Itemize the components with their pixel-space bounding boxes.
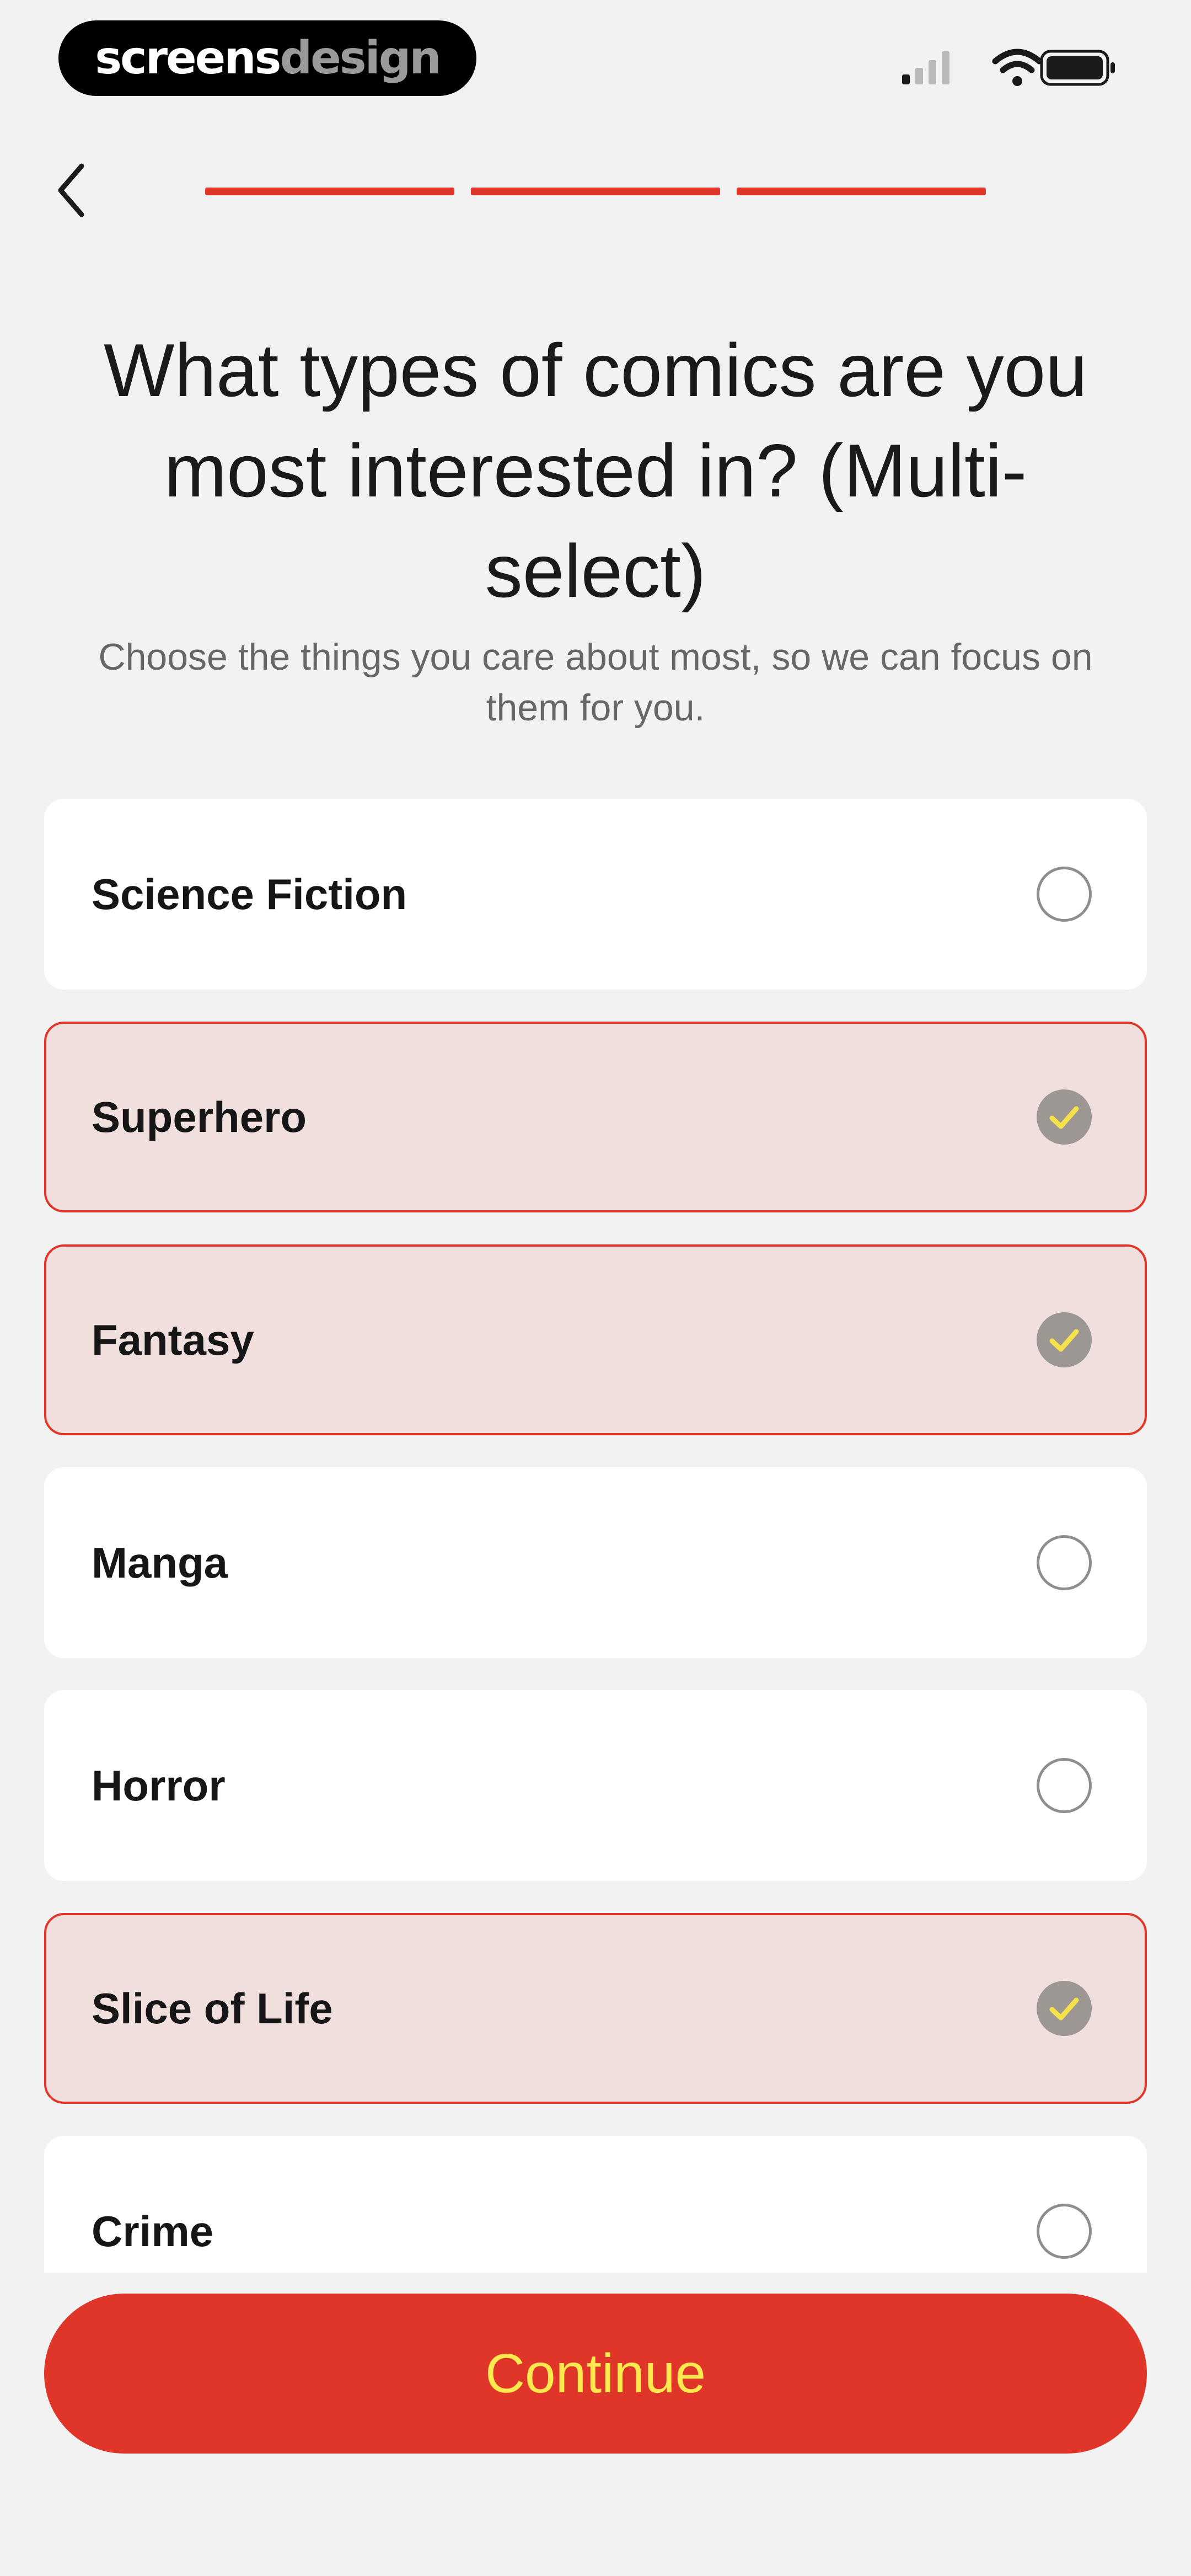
wifi-icon bbox=[992, 49, 1043, 86]
checkbox-icon bbox=[1037, 1758, 1092, 1813]
page-title-line: What types of comics are you bbox=[104, 328, 1087, 412]
checkmark-icon bbox=[1037, 1312, 1092, 1367]
page-subtitle-line: them for you. bbox=[486, 687, 705, 729]
progress-segment bbox=[737, 188, 986, 195]
page-title: What types of comics are you most intere… bbox=[44, 320, 1147, 621]
progress-segment bbox=[471, 188, 720, 195]
option-label: Slice of Life bbox=[92, 1984, 333, 2033]
brand-logo: screens design bbox=[58, 20, 476, 96]
options-list[interactable]: Science Fiction Superhero Fantasy Manga … bbox=[44, 799, 1147, 2273]
option-superhero[interactable]: Superhero bbox=[44, 1022, 1147, 1212]
option-label: Science Fiction bbox=[92, 869, 407, 918]
option-label: Crime bbox=[92, 2206, 214, 2256]
progress-segment bbox=[205, 188, 454, 195]
checkbox-icon bbox=[1037, 867, 1092, 922]
option-label: Manga bbox=[92, 1538, 228, 1587]
brand-logo-part-2: design bbox=[280, 32, 441, 84]
continue-button[interactable]: Continue bbox=[44, 2294, 1147, 2454]
option-label: Horror bbox=[92, 1761, 226, 1810]
cellular-signal-icon bbox=[902, 51, 949, 84]
chevron-left-icon bbox=[58, 163, 84, 217]
page-title-line: select) bbox=[485, 529, 706, 613]
back-button[interactable] bbox=[50, 160, 94, 221]
checkbox-icon bbox=[1037, 1535, 1092, 1590]
page-title-line: most interested in? (Multi- bbox=[164, 429, 1027, 512]
option-label: Fantasy bbox=[92, 1315, 254, 1364]
option-horror[interactable]: Horror bbox=[44, 1690, 1147, 1881]
progress-indicator bbox=[205, 188, 986, 195]
page-subtitle-line: Choose the things you care about most, s… bbox=[98, 636, 1093, 678]
option-crime[interactable]: Crime bbox=[44, 2136, 1147, 2273]
battery-icon bbox=[1040, 50, 1115, 86]
checkbox-icon bbox=[1037, 2204, 1092, 2259]
page-subtitle: Choose the things you care about most, s… bbox=[50, 632, 1141, 733]
option-manga[interactable]: Manga bbox=[44, 1467, 1147, 1658]
status-icons bbox=[899, 47, 1119, 89]
checkmark-icon bbox=[1037, 1981, 1092, 2036]
option-slice-of-life[interactable]: Slice of Life bbox=[44, 1913, 1147, 2104]
option-science-fiction[interactable]: Science Fiction bbox=[44, 799, 1147, 990]
checkmark-icon bbox=[1037, 1089, 1092, 1145]
option-fantasy[interactable]: Fantasy bbox=[44, 1244, 1147, 1435]
option-label: Superhero bbox=[92, 1092, 307, 1141]
brand-logo-part-1: screens bbox=[95, 32, 281, 84]
